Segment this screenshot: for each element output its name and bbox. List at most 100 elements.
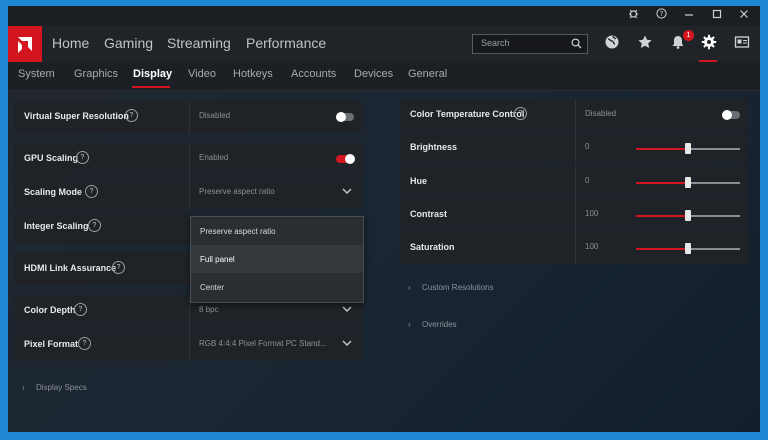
chevron-right-icon: ›	[408, 283, 411, 292]
dropdown-option-full-panel[interactable]: Full panel	[191, 245, 363, 273]
nav-performance[interactable]: Performance	[246, 35, 326, 51]
help-icon[interactable]: ?	[78, 337, 91, 350]
color-temperature-value: Disabled	[585, 109, 617, 118]
amd-logo[interactable]	[8, 26, 42, 62]
scaling-mode-label: Scaling Mode	[24, 187, 83, 197]
star-icon[interactable]	[637, 34, 657, 54]
divider	[575, 99, 576, 131]
close-icon[interactable]	[735, 8, 753, 24]
nav-streaming[interactable]: Streaming	[167, 35, 231, 51]
tab-graphics[interactable]: Graphics	[74, 68, 118, 80]
notifications-icon[interactable]: 1	[670, 30, 694, 54]
notification-badge: 1	[683, 30, 694, 41]
gpu-scaling-label: GPU Scaling	[24, 153, 79, 163]
gpu-scaling-toggle[interactable]	[336, 154, 355, 164]
help-icon[interactable]: ?	[88, 219, 101, 232]
chevron-up-icon[interactable]	[342, 187, 352, 198]
search-placeholder: Search	[481, 38, 510, 48]
tab-devices[interactable]: Devices	[354, 68, 393, 80]
saturation-slider-fill	[636, 248, 688, 250]
chevron-right-icon: ›	[408, 320, 411, 329]
divider	[189, 143, 190, 175]
saturation-slider-handle[interactable]	[685, 243, 691, 254]
help-icon[interactable]: ?	[74, 303, 87, 316]
custom-resolutions-label: Custom Resolutions	[422, 283, 494, 292]
hdmi-link-assurance-label: HDMI Link Assurance	[24, 263, 117, 273]
tab-video[interactable]: Video	[188, 68, 216, 80]
pixel-format-row: Pixel Format ? RGB 4:4:4 Pixel Format PC…	[14, 329, 362, 361]
display-specs-expander[interactable]: › Display Specs	[22, 383, 87, 392]
tab-accounts[interactable]: Accounts	[291, 68, 336, 80]
divider	[575, 132, 576, 164]
scaling-mode-dropdown: Preserve aspect ratio Full panel Center	[190, 216, 364, 303]
hue-slider-track[interactable]	[688, 182, 740, 184]
globe-icon[interactable]	[604, 34, 624, 54]
color-depth-label: Color Depth	[24, 305, 76, 315]
brightness-slider-track[interactable]	[688, 148, 740, 150]
virtual-super-resolution-row: Virtual Super Resolution ? Disabled	[14, 101, 362, 133]
brightness-label: Brightness	[410, 142, 458, 152]
scaling-mode-row: Scaling Mode ? Preserve aspect ratio	[14, 177, 362, 209]
hue-slider-handle[interactable]	[685, 177, 691, 188]
contrast-row: Contrast 100	[400, 199, 748, 231]
maximize-icon[interactable]	[708, 8, 726, 24]
gpu-scaling-value: Enabled	[199, 153, 229, 162]
scaling-mode-select[interactable]: Preserve aspect ratio	[199, 187, 275, 196]
nav-gaming[interactable]: Gaming	[104, 35, 153, 51]
pixel-format-label: Pixel Format	[24, 339, 79, 349]
search-icon	[571, 38, 582, 49]
chevron-down-icon[interactable]	[342, 339, 352, 350]
tab-display[interactable]: Display	[133, 68, 172, 80]
dropdown-option-preserve-aspect-ratio[interactable]: Preserve aspect ratio	[191, 217, 363, 245]
dropdown-option-center[interactable]: Center	[191, 273, 363, 301]
tab-system[interactable]: System	[18, 68, 55, 80]
custom-resolutions-expander[interactable]: › Custom Resolutions	[408, 283, 494, 292]
brightness-slider-handle[interactable]	[685, 143, 691, 154]
contrast-slider-track[interactable]	[688, 215, 740, 217]
integer-scaling-label: Integer Scaling	[24, 221, 89, 231]
settings-gear-icon[interactable]	[701, 34, 721, 54]
hue-label: Hue	[410, 176, 428, 186]
settings-tabs: System Graphics Display Video Hotkeys Ac…	[8, 62, 760, 91]
divider	[575, 232, 576, 264]
help-icon[interactable]: ?	[76, 151, 89, 164]
minimize-icon[interactable]	[680, 8, 698, 24]
help-icon[interactable]: ?	[112, 261, 125, 274]
help-icon[interactable]: ?	[652, 8, 670, 24]
virtual-super-resolution-label: Virtual Super Resolution	[24, 111, 129, 121]
contrast-value: 100	[585, 209, 599, 218]
help-icon[interactable]: ?	[125, 109, 138, 122]
integer-scaling-row: Integer Scaling ?	[14, 211, 190, 243]
display-specs-label: Display Specs	[36, 383, 87, 392]
app-window: ? Home Gaming Streaming Performance Sear…	[8, 6, 760, 432]
svg-text:?: ?	[659, 10, 663, 18]
contrast-slider-handle[interactable]	[685, 210, 691, 221]
tab-hotkeys[interactable]: Hotkeys	[233, 68, 273, 80]
saturation-value: 100	[585, 242, 599, 251]
bug-icon[interactable]	[624, 8, 642, 24]
brightness-slider-fill	[636, 148, 688, 150]
hue-slider-fill	[636, 182, 688, 184]
brightness-row: Brightness 0	[400, 132, 748, 164]
active-tab-indicator	[132, 86, 170, 88]
brightness-value: 0	[585, 142, 590, 151]
color-depth-select[interactable]: 8 bpc	[199, 305, 219, 314]
pixel-format-select[interactable]: RGB 4:4:4 Pixel Format PC Stand...	[199, 339, 327, 348]
gpu-scaling-row: GPU Scaling ? Enabled	[14, 143, 362, 175]
color-temperature-toggle[interactable]	[722, 110, 740, 120]
nav-home[interactable]: Home	[52, 35, 89, 51]
search-input[interactable]: Search	[472, 34, 588, 54]
saturation-label: Saturation	[410, 242, 455, 252]
profile-card-icon[interactable]	[734, 34, 754, 54]
saturation-row: Saturation 100	[400, 232, 748, 264]
tab-general[interactable]: General	[408, 68, 447, 80]
overrides-label: Overrides	[422, 320, 457, 329]
chevron-down-icon[interactable]	[342, 305, 352, 316]
help-icon[interactable]: ?	[85, 185, 98, 198]
display-settings-content: Virtual Super Resolution ? Disabled GPU …	[8, 91, 760, 432]
divider	[575, 199, 576, 231]
saturation-slider-track[interactable]	[688, 248, 740, 250]
overrides-expander[interactable]: › Overrides	[408, 320, 457, 329]
virtual-super-resolution-toggle[interactable]	[336, 112, 354, 122]
help-icon[interactable]: ?	[514, 107, 527, 120]
